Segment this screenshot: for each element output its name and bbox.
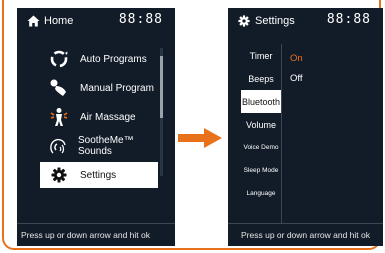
side-item-voice-demo[interactable]: Voice Demo bbox=[241, 136, 281, 159]
menu-item-label: SootheMe™ Sounds bbox=[78, 135, 134, 157]
side-item-language[interactable]: Language bbox=[241, 182, 281, 205]
side-item-volume[interactable]: Volume bbox=[241, 113, 281, 136]
settings-side-menu: Timer Beeps Bluetooth Volume Voice Demo … bbox=[241, 44, 281, 205]
side-item-beeps[interactable]: Beeps bbox=[241, 67, 281, 90]
scrollbar-thumb[interactable] bbox=[160, 56, 163, 118]
menu-item-label: Air Massage bbox=[80, 111, 136, 123]
settings-screen: Settings 88:88 Timer Beeps Bluetooth Vol… bbox=[228, 8, 383, 246]
air-massage-icon bbox=[48, 106, 70, 128]
menu-scrollbar[interactable] bbox=[160, 48, 163, 176]
clock-display: 88:88 bbox=[326, 12, 371, 27]
menu-item-air-massage[interactable]: Air Massage bbox=[40, 104, 158, 130]
home-menu: Auto Programs Manual Program Air Massage bbox=[40, 46, 158, 191]
menu-item-label: Manual Program bbox=[80, 82, 154, 94]
home-screen: Home 88:88 Auto Programs Manual Program bbox=[17, 8, 175, 246]
manual-program-icon bbox=[48, 77, 70, 99]
gear-icon bbox=[237, 14, 251, 28]
clock-display: 88:88 bbox=[118, 12, 163, 27]
page-title: Settings bbox=[255, 15, 295, 27]
menu-item-manual-program[interactable]: Manual Program bbox=[40, 75, 158, 101]
side-divider bbox=[281, 44, 282, 224]
home-icon bbox=[26, 14, 40, 28]
option-off[interactable]: Off bbox=[286, 68, 376, 88]
gear-icon bbox=[48, 164, 70, 186]
instruction-footer: Press up or down arrow and hit ok bbox=[228, 223, 383, 246]
side-item-sleep-mode[interactable]: Sleep Mode bbox=[241, 159, 281, 182]
menu-item-settings[interactable]: Settings bbox=[40, 162, 158, 188]
instruction-footer: Press up or down arrow and hit ok bbox=[17, 223, 175, 246]
menu-item-label: Settings bbox=[80, 169, 117, 181]
arrow-right-icon bbox=[178, 128, 222, 148]
page-title: Home bbox=[44, 15, 74, 27]
sounds-icon bbox=[48, 135, 68, 157]
side-item-timer[interactable]: Timer bbox=[241, 44, 281, 67]
home-header: Home 88:88 bbox=[17, 8, 175, 34]
side-item-bluetooth[interactable]: Bluetooth bbox=[241, 90, 281, 113]
bluetooth-options: On Off bbox=[286, 48, 376, 88]
menu-item-soothe-sounds[interactable]: SootheMe™ Sounds bbox=[40, 133, 158, 159]
menu-item-auto-programs[interactable]: Auto Programs bbox=[40, 46, 158, 72]
auto-programs-icon bbox=[48, 48, 70, 70]
settings-header: Settings 88:88 bbox=[228, 8, 383, 34]
option-on[interactable]: On bbox=[286, 48, 376, 68]
menu-item-label: Auto Programs bbox=[80, 53, 147, 65]
